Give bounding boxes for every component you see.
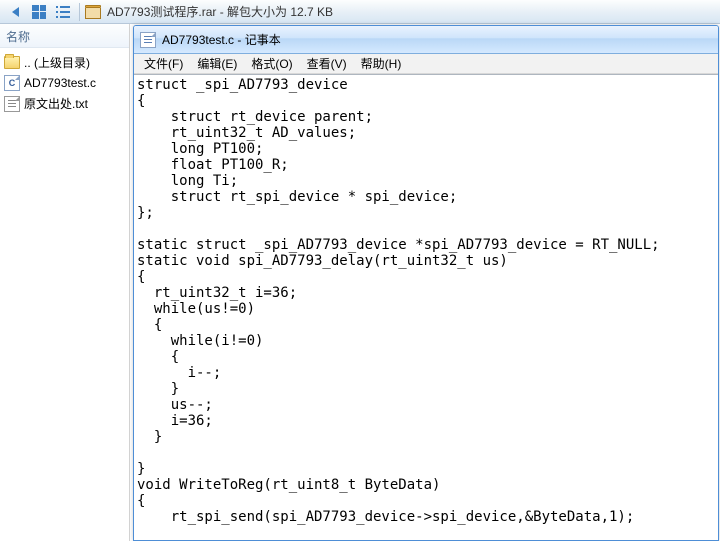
file-list-header[interactable]: 名称 [0,24,129,48]
tree-item-txt[interactable]: 原文出处.txt [2,93,127,114]
back-button[interactable] [4,2,26,22]
menu-help[interactable]: 帮助(H) [355,54,408,73]
file-tree: .. (上级目录) C AD7793test.c 原文出处.txt [0,48,129,118]
archive-title: AD7793测试程序.rar - 解包大小为 12.7 KB [107,3,333,20]
tree-item-label: AD7793test.c [24,76,96,90]
grid-icon [32,5,46,19]
menu-format[interactable]: 格式(O) [245,54,298,73]
tree-item-label: 原文出处.txt [24,95,88,112]
archive-icon [85,5,101,19]
tree-item-label: .. (上级目录) [24,54,90,71]
toolbar-separator [79,3,80,21]
notepad-menubar: 文件(F) 编辑(E) 格式(O) 查看(V) 帮助(H) [134,54,718,74]
menu-edit[interactable]: 编辑(E) [191,54,243,73]
back-arrow-icon [12,7,19,17]
view-grid-button[interactable] [28,2,50,22]
notepad-window: AD7793test.c - 记事本 文件(F) 编辑(E) 格式(O) 查看(… [133,25,719,541]
txt-file-icon [4,96,20,112]
notepad-client-area[interactable]: struct _spi_AD7793_device { struct rt_de… [134,74,718,540]
menu-file[interactable]: 文件(F) [138,54,189,73]
menu-view[interactable]: 查看(V) [301,54,353,73]
document-icon [140,32,156,48]
view-list-button[interactable] [52,2,74,22]
notepad-title: AD7793test.c - 记事本 [162,31,281,48]
notepad-text-content[interactable]: struct _spi_AD7793_device { struct rt_de… [134,75,718,527]
list-icon [56,6,70,18]
tree-item-parent[interactable]: .. (上级目录) [2,52,127,73]
c-file-icon: C [4,75,20,91]
file-list-pane: 名称 .. (上级目录) C AD7793test.c 原文出处.txt [0,24,130,541]
tree-item-cfile[interactable]: C AD7793test.c [2,73,127,93]
folder-icon [4,56,20,69]
main-toolbar: AD7793测试程序.rar - 解包大小为 12.7 KB [0,0,720,24]
notepad-titlebar[interactable]: AD7793test.c - 记事本 [134,26,718,54]
